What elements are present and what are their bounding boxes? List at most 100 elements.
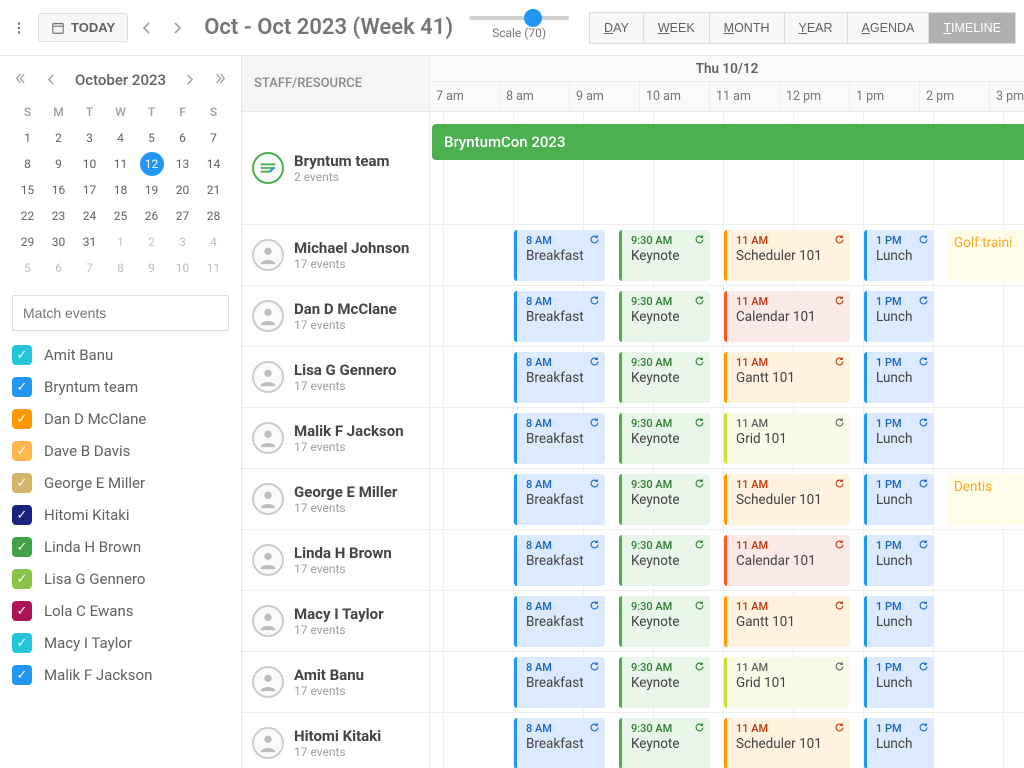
event[interactable]: 1 PMLunch [864, 718, 934, 768]
event[interactable]: 8 AMBreakfast [514, 657, 605, 708]
filter-item[interactable]: Dave B Davis [12, 441, 229, 461]
event[interactable]: 1 PMLunch [864, 230, 934, 281]
mini-cal-day[interactable]: 8 [105, 255, 136, 281]
resource-row[interactable]: Michael Johnson17 events [242, 225, 429, 286]
event[interactable]: 9:30 AMKeynote [619, 596, 710, 647]
event[interactable]: 8 AMBreakfast [514, 535, 605, 586]
mini-cal-day[interactable]: 15 [12, 177, 43, 203]
resource-row[interactable]: Dan D McClane17 events [242, 286, 429, 347]
event[interactable]: 9:30 AMKeynote [619, 291, 710, 342]
event[interactable]: 1 PMLunch [864, 291, 934, 342]
event[interactable]: Dentis [948, 474, 1024, 525]
mini-cal-day[interactable]: 27 [167, 203, 198, 229]
filter-item[interactable]: Hitomi Kitaki [12, 505, 229, 525]
mini-cal-day[interactable]: 7 [198, 125, 229, 151]
event[interactable]: Golf traini [948, 230, 1024, 281]
mini-cal-day[interactable]: 2 [136, 229, 167, 255]
event[interactable]: 11 AMCalendar 101 [724, 291, 850, 342]
event[interactable]: 11 AMGantt 101 [724, 596, 850, 647]
mini-cal-day[interactable]: 16 [43, 177, 74, 203]
event[interactable]: 9:30 AMKeynote [619, 413, 710, 464]
today-button[interactable]: TODAY [38, 13, 128, 42]
mini-cal-day[interactable]: 10 [74, 151, 105, 177]
mini-cal-day[interactable]: 24 [74, 203, 105, 229]
resource-row[interactable]: Malik F Jackson17 events [242, 408, 429, 469]
filter-item[interactable]: George E Miller [12, 473, 229, 493]
filter-item[interactable]: Dan D McClane [12, 409, 229, 429]
resource-row[interactable]: Lisa G Gennero17 events [242, 347, 429, 408]
event[interactable]: 11 AMScheduler 101 [724, 474, 850, 525]
mini-cal-day[interactable]: 10 [167, 255, 198, 281]
filter-item[interactable]: Amit Banu [12, 345, 229, 365]
mini-cal-day[interactable]: 31 [74, 229, 105, 255]
mini-cal-day[interactable]: 13 [167, 151, 198, 177]
mini-calendar[interactable]: SMTWTFS123456789101112131415161718192021… [12, 99, 229, 281]
slider-thumb[interactable] [524, 9, 542, 27]
mini-cal-day[interactable]: 23 [43, 203, 74, 229]
mini-cal-day[interactable]: 8 [12, 151, 43, 177]
event[interactable]: 8 AMBreakfast [514, 474, 605, 525]
mini-cal-day[interactable]: 4 [105, 125, 136, 151]
resource-row[interactable]: Bryntum team2 events [242, 112, 429, 225]
filter-item[interactable]: Lola C Ewans [12, 601, 229, 621]
event[interactable]: 8 AMBreakfast [514, 230, 605, 281]
next-month-button[interactable] [182, 68, 197, 91]
resource-row[interactable]: George E Miller17 events [242, 469, 429, 530]
mini-cal-day[interactable]: 2 [43, 125, 74, 151]
view-tab-timeline[interactable]: TIMELINE [929, 12, 1016, 44]
mini-cal-day[interactable]: 30 [43, 229, 74, 255]
mini-cal-day[interactable]: 14 [198, 151, 229, 177]
mini-cal-day[interactable]: 11 [105, 151, 136, 177]
resource-row[interactable]: Hitomi Kitaki17 events [242, 713, 429, 768]
next-button[interactable] [166, 12, 188, 44]
scale-slider[interactable]: Scale (70) [469, 16, 569, 40]
next-year-button[interactable] [212, 68, 229, 91]
mini-cal-day[interactable]: 28 [198, 203, 229, 229]
event[interactable]: 9:30 AMKeynote [619, 230, 710, 281]
prev-year-button[interactable] [12, 68, 29, 91]
event[interactable]: 8 AMBreakfast [514, 291, 605, 342]
mini-cal-day[interactable]: 9 [43, 151, 74, 177]
view-tab-month[interactable]: MONTH [710, 12, 785, 44]
event[interactable]: 11 AMCalendar 101 [724, 535, 850, 586]
mini-cal-day[interactable]: 4 [198, 229, 229, 255]
mini-cal-day[interactable]: 18 [105, 177, 136, 203]
filter-item[interactable]: Linda H Brown [12, 537, 229, 557]
timeline-body[interactable]: BryntumCon 2023 8 AMBreakfast 9:30 AMKeyno… [430, 112, 1024, 768]
mini-cal-day[interactable]: 1 [105, 229, 136, 255]
prev-month-button[interactable] [44, 68, 59, 91]
event[interactable]: 9:30 AMKeynote [619, 657, 710, 708]
event[interactable]: 1 PMLunch [864, 596, 934, 647]
mini-cal-day[interactable]: 6 [167, 125, 198, 151]
event[interactable]: 11 AMGantt 101 [724, 352, 850, 403]
mini-cal-day[interactable]: 3 [74, 125, 105, 151]
view-tab-agenda[interactable]: AGENDA [848, 12, 930, 44]
mini-cal-day[interactable]: 19 [136, 177, 167, 203]
mini-cal-day[interactable]: 11 [198, 255, 229, 281]
mini-cal-day[interactable]: 21 [198, 177, 229, 203]
filter-item[interactable]: Macy I Taylor [12, 633, 229, 653]
mini-cal-day[interactable]: 29 [12, 229, 43, 255]
resource-row[interactable]: Macy I Taylor17 events [242, 591, 429, 652]
view-tab-week[interactable]: WEEK [644, 12, 710, 44]
event[interactable]: 8 AMBreakfast [514, 718, 605, 768]
filter-item[interactable]: Bryntum team [12, 377, 229, 397]
event[interactable]: 9:30 AMKeynote [619, 535, 710, 586]
event[interactable]: 8 AMBreakfast [514, 596, 605, 647]
event[interactable]: 1 PMLunch [864, 413, 934, 464]
mini-cal-day[interactable]: 7 [74, 255, 105, 281]
event[interactable]: 9:30 AMKeynote [619, 352, 710, 403]
mini-cal-day[interactable]: 3 [167, 229, 198, 255]
event[interactable]: 11 AMGrid 101 [724, 413, 850, 464]
mini-cal-day[interactable]: 17 [74, 177, 105, 203]
event-bryntumcon[interactable]: BryntumCon 2023 [432, 124, 1024, 160]
event[interactable]: 8 AMBreakfast [514, 352, 605, 403]
event[interactable]: 11 AMScheduler 101 [724, 230, 850, 281]
mini-cal-day[interactable]: 6 [43, 255, 74, 281]
menu-button[interactable] [8, 12, 30, 44]
view-tab-day[interactable]: DAY [589, 12, 644, 44]
event[interactable]: 1 PMLunch [864, 474, 934, 525]
event[interactable]: 9:30 AMKeynote [619, 474, 710, 525]
event[interactable]: 8 AMBreakfast [514, 413, 605, 464]
mini-cal-day[interactable]: 5 [12, 255, 43, 281]
